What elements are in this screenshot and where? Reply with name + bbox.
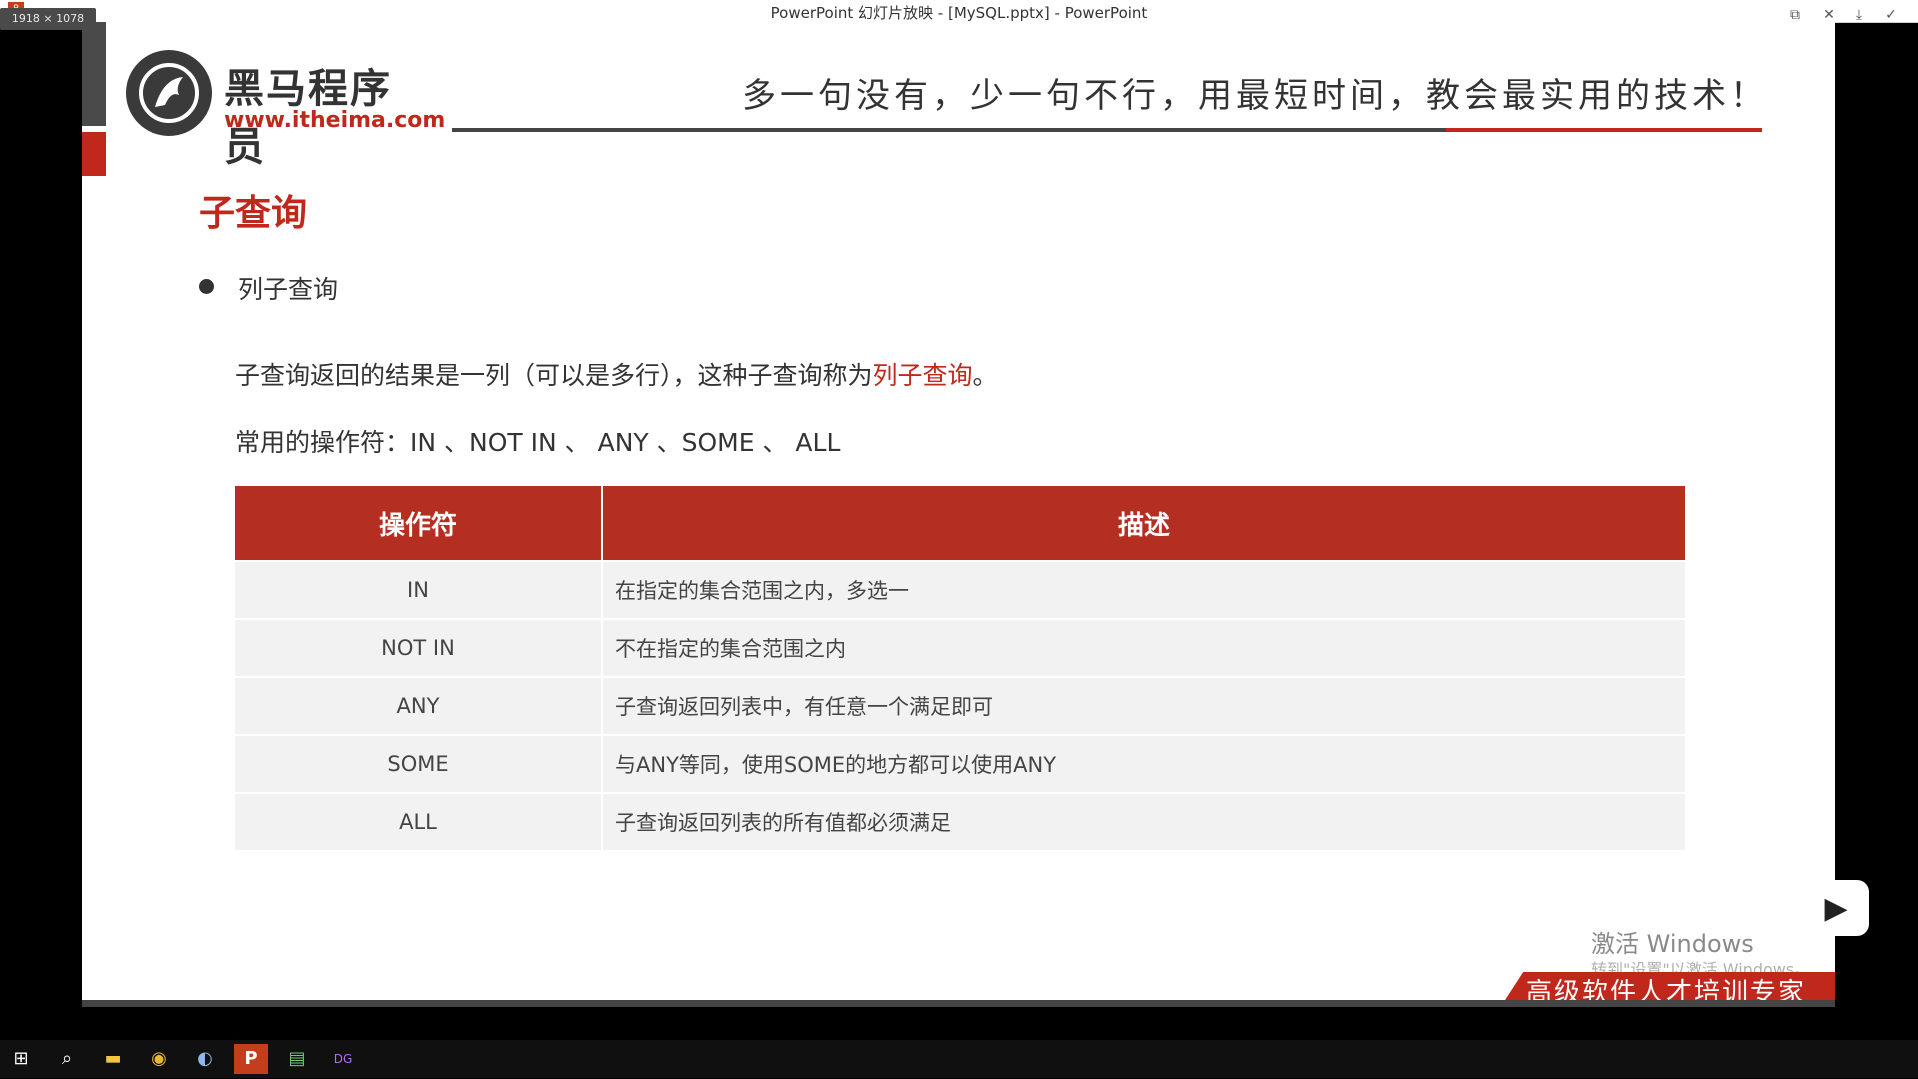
download-icon[interactable]: ⤓ — [1848, 4, 1870, 26]
table-cell-description: 子查询返回列表中，有任意一个满足即可 — [602, 676, 1685, 735]
datagrip-icon[interactable]: DG — [326, 1044, 360, 1074]
left-accent-bar-gray — [82, 22, 106, 126]
file-explorer-icon[interactable]: ▬ — [96, 1044, 130, 1074]
table-row: NOT IN 不在指定的集合范围之内 — [235, 618, 1685, 677]
play-button-icon[interactable]: ▶ — [1803, 880, 1869, 936]
table-row: ANY 子查询返回列表中，有任意一个满足即可 — [235, 676, 1685, 735]
app-icon[interactable]: ◐ — [188, 1044, 222, 1074]
horse-logo-icon — [126, 50, 212, 136]
table-cell-operator: ANY — [235, 676, 603, 735]
search-icon[interactable]: ⌕ — [50, 1044, 84, 1074]
operators-table: 操作符 描述 IN 在指定的集合范围之内，多选一 NOT IN 不在指定的集合范… — [235, 486, 1685, 850]
table-header-operator: 操作符 — [235, 486, 603, 561]
powerpoint-icon[interactable]: P — [234, 1044, 268, 1074]
table-cell-operator: NOT IN — [235, 618, 603, 677]
table-row: IN 在指定的集合范围之内，多选一 — [235, 560, 1685, 619]
slide-footer-bar — [82, 1000, 1835, 1007]
bullet-dot-icon — [199, 279, 214, 294]
window-title: PowerPoint 幻灯片放映 - [MySQL.pptx] - PowerP… — [770, 4, 1148, 22]
logo-url: www.itheima.com — [224, 108, 446, 133]
table-header-row: 操作符 描述 — [235, 486, 1685, 561]
table-cell-description: 在指定的集合范围之内，多选一 — [602, 560, 1685, 619]
window-titlebar: P 1918 × 1078 PowerPoint 幻灯片放映 - [MySQL.… — [0, 0, 1918, 30]
confirm-icon[interactable]: ✓ — [1880, 4, 1902, 26]
paragraph-definition-end: 。 — [972, 361, 998, 390]
itheima-logo: 黑马程序员 www.itheima.com — [126, 50, 445, 170]
notepad-icon[interactable]: ▤ — [280, 1044, 314, 1074]
bullet-text: 列子查询 — [238, 275, 339, 304]
table-cell-description: 不在指定的集合范围之内 — [602, 618, 1685, 677]
table-row: ALL 子查询返回列表的所有值都必须满足 — [235, 792, 1685, 850]
slide-title: 子查询 — [199, 193, 308, 234]
table-cell-operator: SOME — [235, 734, 603, 793]
header-rule-accent — [1446, 128, 1762, 132]
chrome-icon[interactable]: ◉ — [142, 1044, 176, 1074]
table-cell-operator: ALL — [235, 792, 603, 850]
paragraph-definition-text: 子查询返回的结果是一列（可以是多行），这种子查询称为 — [235, 361, 873, 390]
paragraph-operators: 常用的操作符：IN 、NOT IN 、 ANY 、SOME 、 ALL — [235, 428, 841, 457]
paragraph-definition: 子查询返回的结果是一列（可以是多行），这种子查询称为列子查询。 — [235, 356, 998, 392]
table-row: SOME 与ANY等同，使用SOME的地方都可以使用ANY — [235, 734, 1685, 793]
slide: 黑马程序员 www.itheima.com 多一句没有，少一句不行，用最短时间，… — [82, 22, 1835, 1007]
slogan: 多一句没有，少一句不行，用最短时间，教会最实用的技术！ — [742, 76, 1768, 116]
start-icon[interactable]: ⊞ — [4, 1044, 38, 1074]
paragraph-definition-highlight: 列子查询 — [872, 361, 973, 390]
table-cell-operator: IN — [235, 560, 603, 619]
activate-windows-text: 激活 Windows — [1591, 930, 1754, 958]
table-header-description: 描述 — [602, 486, 1685, 561]
table-cell-description: 子查询返回列表的所有值都必须满足 — [602, 792, 1685, 850]
header-rule — [452, 128, 1532, 132]
table-cell-description: 与ANY等同，使用SOME的地方都可以使用ANY — [602, 734, 1685, 793]
taskbar: ⊞ ⌕ ▬ ◉ ◐ P ▤ DG — [0, 1040, 1918, 1078]
left-accent-bar-red — [82, 132, 106, 176]
